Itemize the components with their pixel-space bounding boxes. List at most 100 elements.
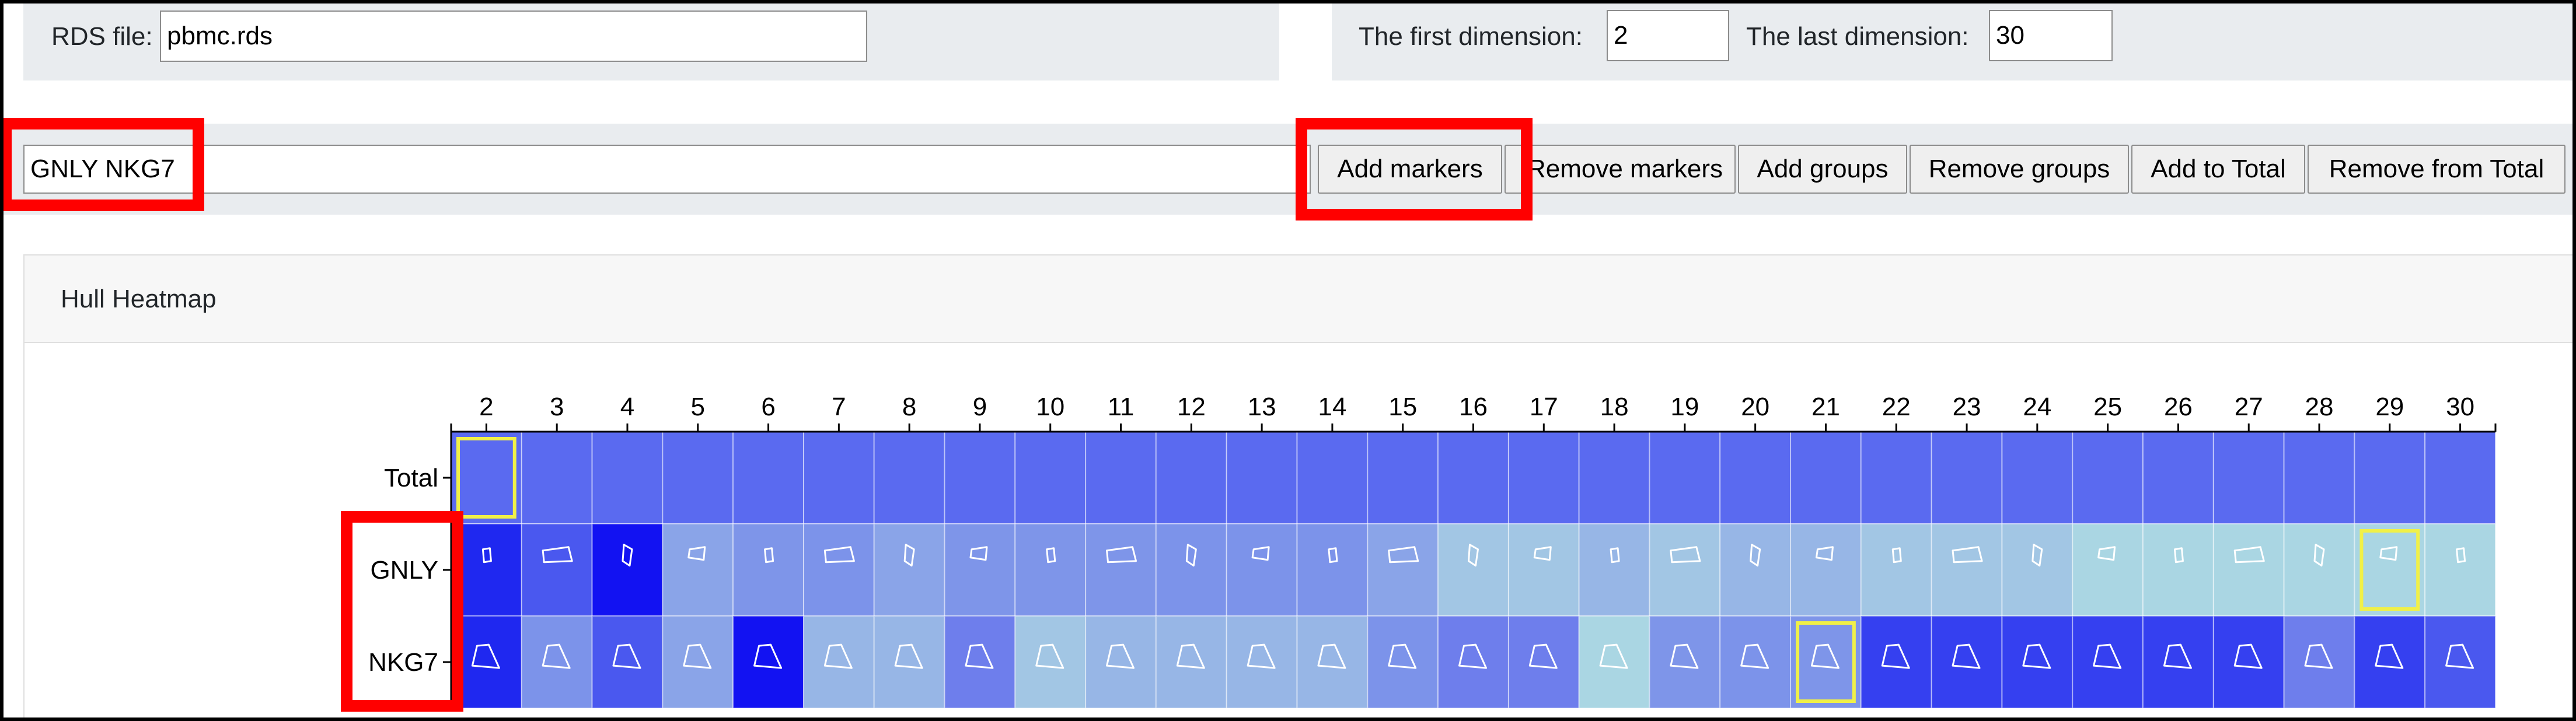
heatmap-cell-nkg7-18 [1578, 615, 1650, 709]
heatmap-cell-gnly-21 [1790, 523, 1862, 617]
heatmap-cell-total-8 [873, 431, 945, 524]
heatmap-cell-nkg7-23 [1931, 615, 2003, 709]
x-tick-label-24: 24 [2023, 393, 2051, 421]
heatmap-cell-gnly-10 [1014, 523, 1087, 617]
heatmap-cell-gnly-29 [2354, 523, 2426, 617]
heatmap-cell-nkg7-3 [521, 615, 593, 709]
heatmap-cell-nkg7-10 [1014, 615, 1087, 709]
heatmap-cell-total-19 [1649, 431, 1721, 524]
heatmap-cell-nkg7-13 [1226, 615, 1298, 709]
heatmap-cell-gnly-18 [1578, 523, 1650, 617]
x-tick-label-2: 2 [479, 393, 493, 421]
heatmap-cell-gnly-16 [1437, 523, 1509, 617]
x-tick-label-7: 7 [832, 393, 846, 421]
heatmap-cell-nkg7-29 [2354, 615, 2426, 709]
x-tick-label-22: 22 [1882, 393, 1911, 421]
x-tick-label-20: 20 [1741, 393, 1769, 421]
x-tick-label-9: 9 [973, 393, 987, 421]
heatmap-cell-nkg7-12 [1155, 615, 1227, 709]
heatmap-cell-gnly-26 [2142, 523, 2214, 617]
x-tick-label-29: 29 [2375, 393, 2404, 421]
x-tick-label-6: 6 [761, 393, 775, 421]
heatmap-cell-nkg7-14 [1296, 615, 1369, 709]
heatmap-cell-total-15 [1367, 431, 1439, 524]
heatmap-cell-total-24 [2001, 431, 2074, 524]
x-tick-label-21: 21 [1811, 393, 1840, 421]
heatmap-cell-total-22 [1860, 431, 1932, 524]
x-tick-label-14: 14 [1318, 393, 1346, 421]
heatmap-cell-gnly-7 [802, 523, 875, 617]
heatmap-cell-total-29 [2354, 431, 2426, 524]
heatmap-cell-total-16 [1437, 431, 1509, 524]
heatmap-cell-gnly-30 [2424, 523, 2497, 617]
heatmap-cell-gnly-19 [1649, 523, 1721, 617]
heatmap-cell-nkg7-20 [1719, 615, 1792, 709]
heatmap-cell-nkg7-6 [732, 615, 804, 709]
heatmap-cell-gnly-9 [944, 523, 1016, 617]
heatmap-cell-gnly-13 [1226, 523, 1298, 617]
heatmap-cell-gnly-23 [1931, 523, 2003, 617]
x-tick-label-3: 3 [550, 393, 564, 421]
heatmap-cell-nkg7-4 [591, 615, 664, 709]
heatmap-cell-nkg7-17 [1507, 615, 1580, 709]
heatmap-cell-gnly-20 [1719, 523, 1792, 617]
heatmap-cell-nkg7-26 [2142, 615, 2214, 709]
heatmap-cell-nkg7-8 [873, 615, 945, 709]
x-tick-label-4: 4 [620, 393, 634, 421]
y-tick-label-nkg7: NKG7 [368, 648, 438, 677]
heatmap-cell-gnly-2 [451, 523, 522, 617]
heatmap-cell-gnly-28 [2283, 523, 2355, 617]
heatmap-cell-gnly-15 [1367, 523, 1439, 617]
x-tick-label-18: 18 [1600, 393, 1629, 421]
heatmap-cell-nkg7-16 [1437, 615, 1509, 709]
x-tick-label-28: 28 [2305, 393, 2334, 421]
heatmap-cell-total-23 [1931, 431, 2003, 524]
heatmap-cell-nkg7-7 [802, 615, 875, 709]
heatmap-cell-total-30 [2424, 431, 2497, 524]
x-tick-label-13: 13 [1248, 393, 1276, 421]
heatmap-cell-gnly-3 [521, 523, 593, 617]
x-tick-label-25: 25 [2093, 393, 2122, 421]
heatmap-cell-nkg7-19 [1649, 615, 1721, 709]
heatmap-cell-gnly-27 [2212, 523, 2285, 617]
heatmap-cell-gnly-6 [732, 523, 804, 617]
heatmap-cell-gnly-4 [591, 523, 664, 617]
x-tick-label-15: 15 [1388, 393, 1417, 421]
x-tick-label-12: 12 [1177, 393, 1206, 421]
heatmap-cell-gnly-12 [1155, 523, 1227, 617]
heatmap-cell-nkg7-25 [2072, 615, 2144, 709]
x-tick-label-30: 30 [2446, 393, 2474, 421]
heatmap-cell-total-20 [1719, 431, 1792, 524]
x-tick-label-17: 17 [1530, 393, 1558, 421]
x-tick-label-8: 8 [902, 393, 916, 421]
heatmap-cell-gnly-11 [1085, 523, 1157, 617]
heatmap-cell-nkg7-27 [2212, 615, 2285, 709]
heatmap-cell-gnly-22 [1860, 523, 1932, 617]
hull-heatmap: 2 3 4 5 6 7 8 9 10 11 12 13 14 15 16 17 18 19 20 21 22 23 24 25… [368, 393, 2497, 709]
heatmap-cell-total-13 [1226, 431, 1298, 524]
heatmap-cell-total-5 [662, 431, 734, 524]
heatmap-cell-total-9 [944, 431, 1016, 524]
heatmap-cell-gnly-17 [1507, 523, 1580, 617]
heatmap-cell-total-28 [2283, 431, 2355, 524]
heatmap-cell-total-17 [1507, 431, 1580, 524]
x-tick-label-19: 19 [1670, 393, 1699, 421]
heatmap-cell-gnly-24 [2001, 523, 2074, 617]
y-tick-label-gnly: GNLY [370, 556, 438, 584]
heatmap-cell-total-26 [2142, 431, 2214, 524]
heatmap-cell-total-11 [1085, 431, 1157, 524]
x-tick-label-26: 26 [2164, 393, 2193, 421]
x-tick-label-27: 27 [2235, 393, 2263, 421]
heatmap-cell-total-3 [521, 431, 593, 524]
x-tick-label-11: 11 [1108, 393, 1135, 421]
heatmap-cell-total-18 [1578, 431, 1650, 524]
heatmap-cell-nkg7-28 [2283, 615, 2355, 709]
heatmap-cell-total-21 [1790, 431, 1862, 524]
heatmap-cell-total-2 [451, 431, 522, 524]
heatmap-cell-total-6 [732, 431, 804, 524]
heatmap-cell-gnly-5 [662, 523, 734, 617]
heatmap-cell-nkg7-21 [1790, 615, 1862, 709]
heatmap-cell-nkg7-11 [1085, 615, 1157, 709]
heatmap-cell-gnly-8 [873, 523, 945, 617]
heatmap-cell-nkg7-22 [1860, 615, 1932, 709]
